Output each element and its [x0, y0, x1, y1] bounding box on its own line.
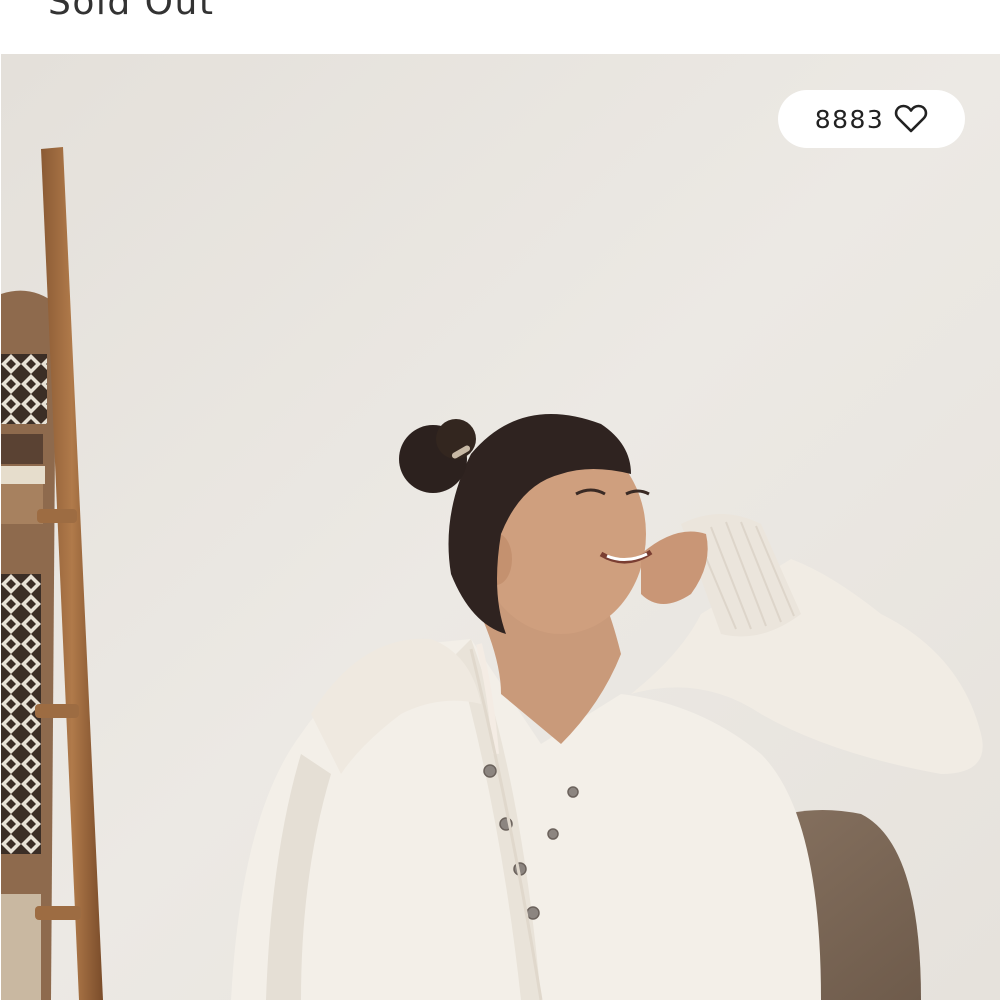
- favorite-button[interactable]: 8883: [778, 90, 965, 148]
- heart-outline-icon: [894, 104, 928, 134]
- sold-out-label: Sold Out: [48, 0, 215, 23]
- product-header: Sold Out: [0, 0, 1000, 54]
- product-photo-illustration: [1, 54, 1000, 1000]
- product-image[interactable]: [1, 54, 1000, 1000]
- favorite-count: 8883: [814, 104, 885, 134]
